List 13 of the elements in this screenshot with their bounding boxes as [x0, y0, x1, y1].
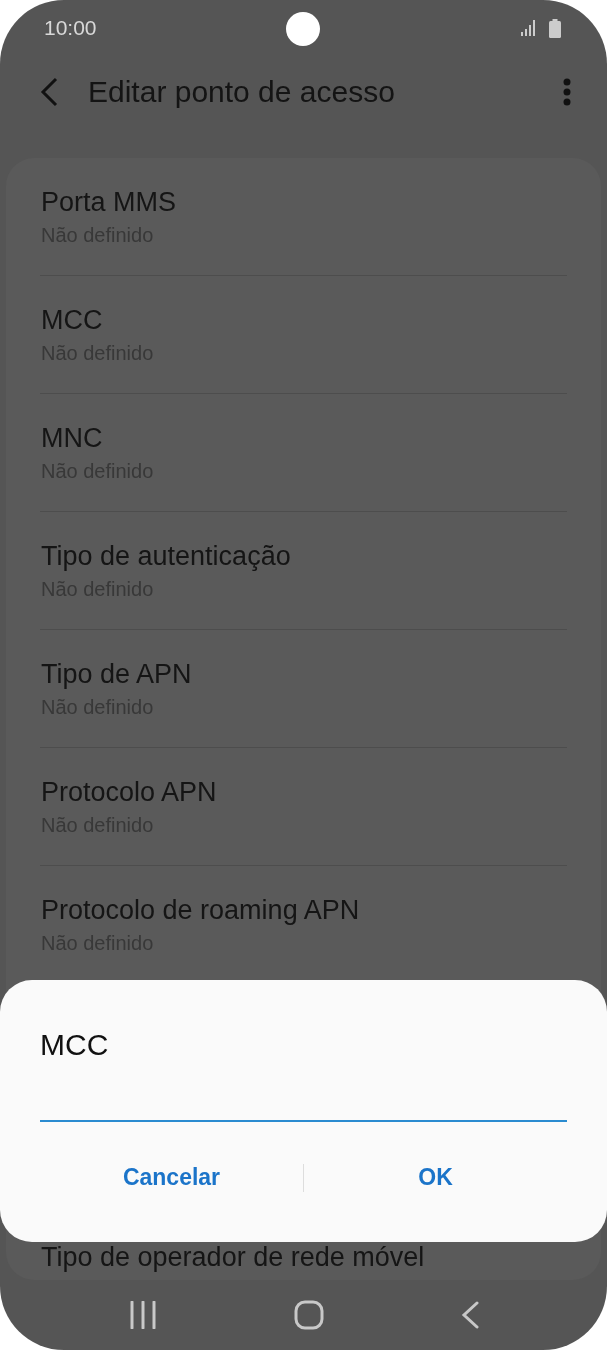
battery-icon	[549, 18, 561, 38]
recent-apps-icon[interactable]	[128, 1301, 157, 1329]
dialog-button[interactable]: OK	[304, 1152, 567, 1203]
dialog-title: MCC	[40, 1028, 109, 1062]
status-time: 10:00	[44, 16, 97, 40]
more-options-icon[interactable]	[563, 78, 571, 106]
dialog-button[interactable]: Cancelar	[40, 1152, 303, 1203]
back-icon[interactable]	[40, 77, 58, 107]
camera-hole	[286, 12, 320, 46]
home-icon[interactable]	[293, 1300, 324, 1330]
back-nav-icon[interactable]	[460, 1301, 479, 1329]
signal-icon	[521, 20, 537, 36]
page-title: Editar ponto de acesso	[88, 75, 396, 109]
